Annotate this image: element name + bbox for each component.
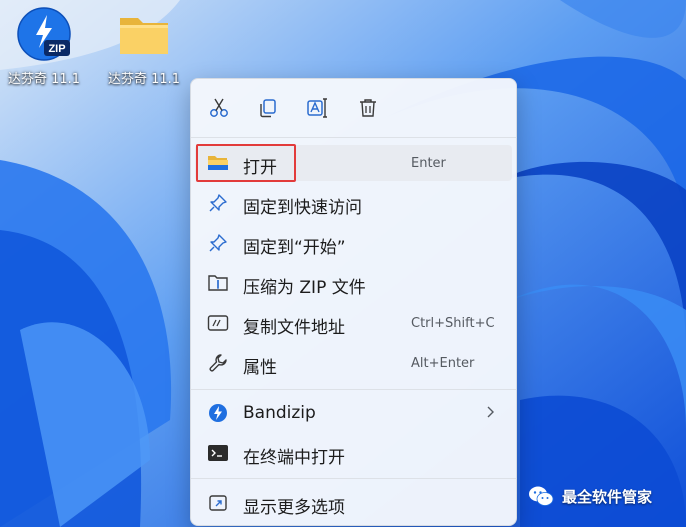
menu-item-shortcut: Enter <box>411 156 446 171</box>
wechat-icon <box>529 486 554 506</box>
copy-path-icon <box>207 313 229 333</box>
menu-item-show-more-options[interactable]: 显示更多选项 <box>195 485 512 521</box>
folder-icon <box>116 6 172 62</box>
zip-compress-icon <box>207 273 229 293</box>
menu-item-label: 固定到“开始” <box>243 238 346 258</box>
watermark: 最全软件管家 <box>528 485 652 507</box>
menu-item-label: 属性 <box>243 358 277 378</box>
menu-item-label: Bandizip <box>243 403 316 423</box>
menu-item-pin-start[interactable]: 固定到“开始” <box>195 225 512 261</box>
more-options-icon <box>207 493 229 513</box>
cut-button[interactable] <box>204 94 234 122</box>
desktop-icon-label: 达芬奇 11.1 <box>7 72 81 87</box>
delete-button[interactable] <box>353 94 383 122</box>
menu-item-properties[interactable]: 属性 Alt+Enter <box>195 345 512 381</box>
wrench-icon <box>207 353 229 373</box>
svg-text:ZIP: ZIP <box>48 43 65 55</box>
menu-item-label: 显示更多选项 <box>243 498 345 518</box>
menu-item-open-terminal[interactable]: 在终端中打开 <box>195 435 512 471</box>
menu-item-label: 固定到快速访问 <box>243 198 362 218</box>
rename-icon <box>307 98 327 118</box>
desktop-icon-label: 达芬奇 11.1 <box>107 72 181 87</box>
cut-icon <box>210 98 228 117</box>
menu-item-label: 在终端中打开 <box>243 448 345 468</box>
menu-item-label: 复制文件地址 <box>243 318 345 338</box>
menu-separator <box>191 137 516 138</box>
menu-separator <box>191 389 516 390</box>
pin-icon <box>207 233 229 253</box>
context-menu-toolbar <box>191 79 516 137</box>
menu-item-bandizip[interactable]: Bandizip <box>195 395 512 431</box>
bandizip-zip-icon: ZIP <box>16 6 72 62</box>
menu-item-shortcut: Ctrl+Shift+C <box>411 316 495 331</box>
copy-icon <box>260 99 276 118</box>
terminal-icon <box>207 443 229 463</box>
menu-item-pin-quick-access[interactable]: 固定到快速访问 <box>195 185 512 221</box>
desktop-icon-zip-archive[interactable]: ZIP 达芬奇 11.1 <box>2 6 86 87</box>
rename-button[interactable] <box>303 94 333 122</box>
desktop-icon-folder[interactable]: 达芬奇 11.1 <box>102 6 186 87</box>
copy-button[interactable] <box>253 94 283 122</box>
pin-icon <box>207 193 229 213</box>
menu-item-copy-path[interactable]: 复制文件地址 Ctrl+Shift+C <box>195 305 512 341</box>
menu-item-compress-zip[interactable]: 压缩为 ZIP 文件 <box>195 265 512 301</box>
bandizip-icon <box>207 403 229 423</box>
menu-item-label: 压缩为 ZIP 文件 <box>243 278 366 298</box>
menu-separator <box>191 478 516 479</box>
highlight-box <box>196 144 296 182</box>
chevron-right-icon <box>485 404 495 424</box>
menu-item-shortcut: Alt+Enter <box>411 356 475 371</box>
delete-icon <box>360 99 376 117</box>
watermark-text: 最全软件管家 <box>562 487 653 506</box>
